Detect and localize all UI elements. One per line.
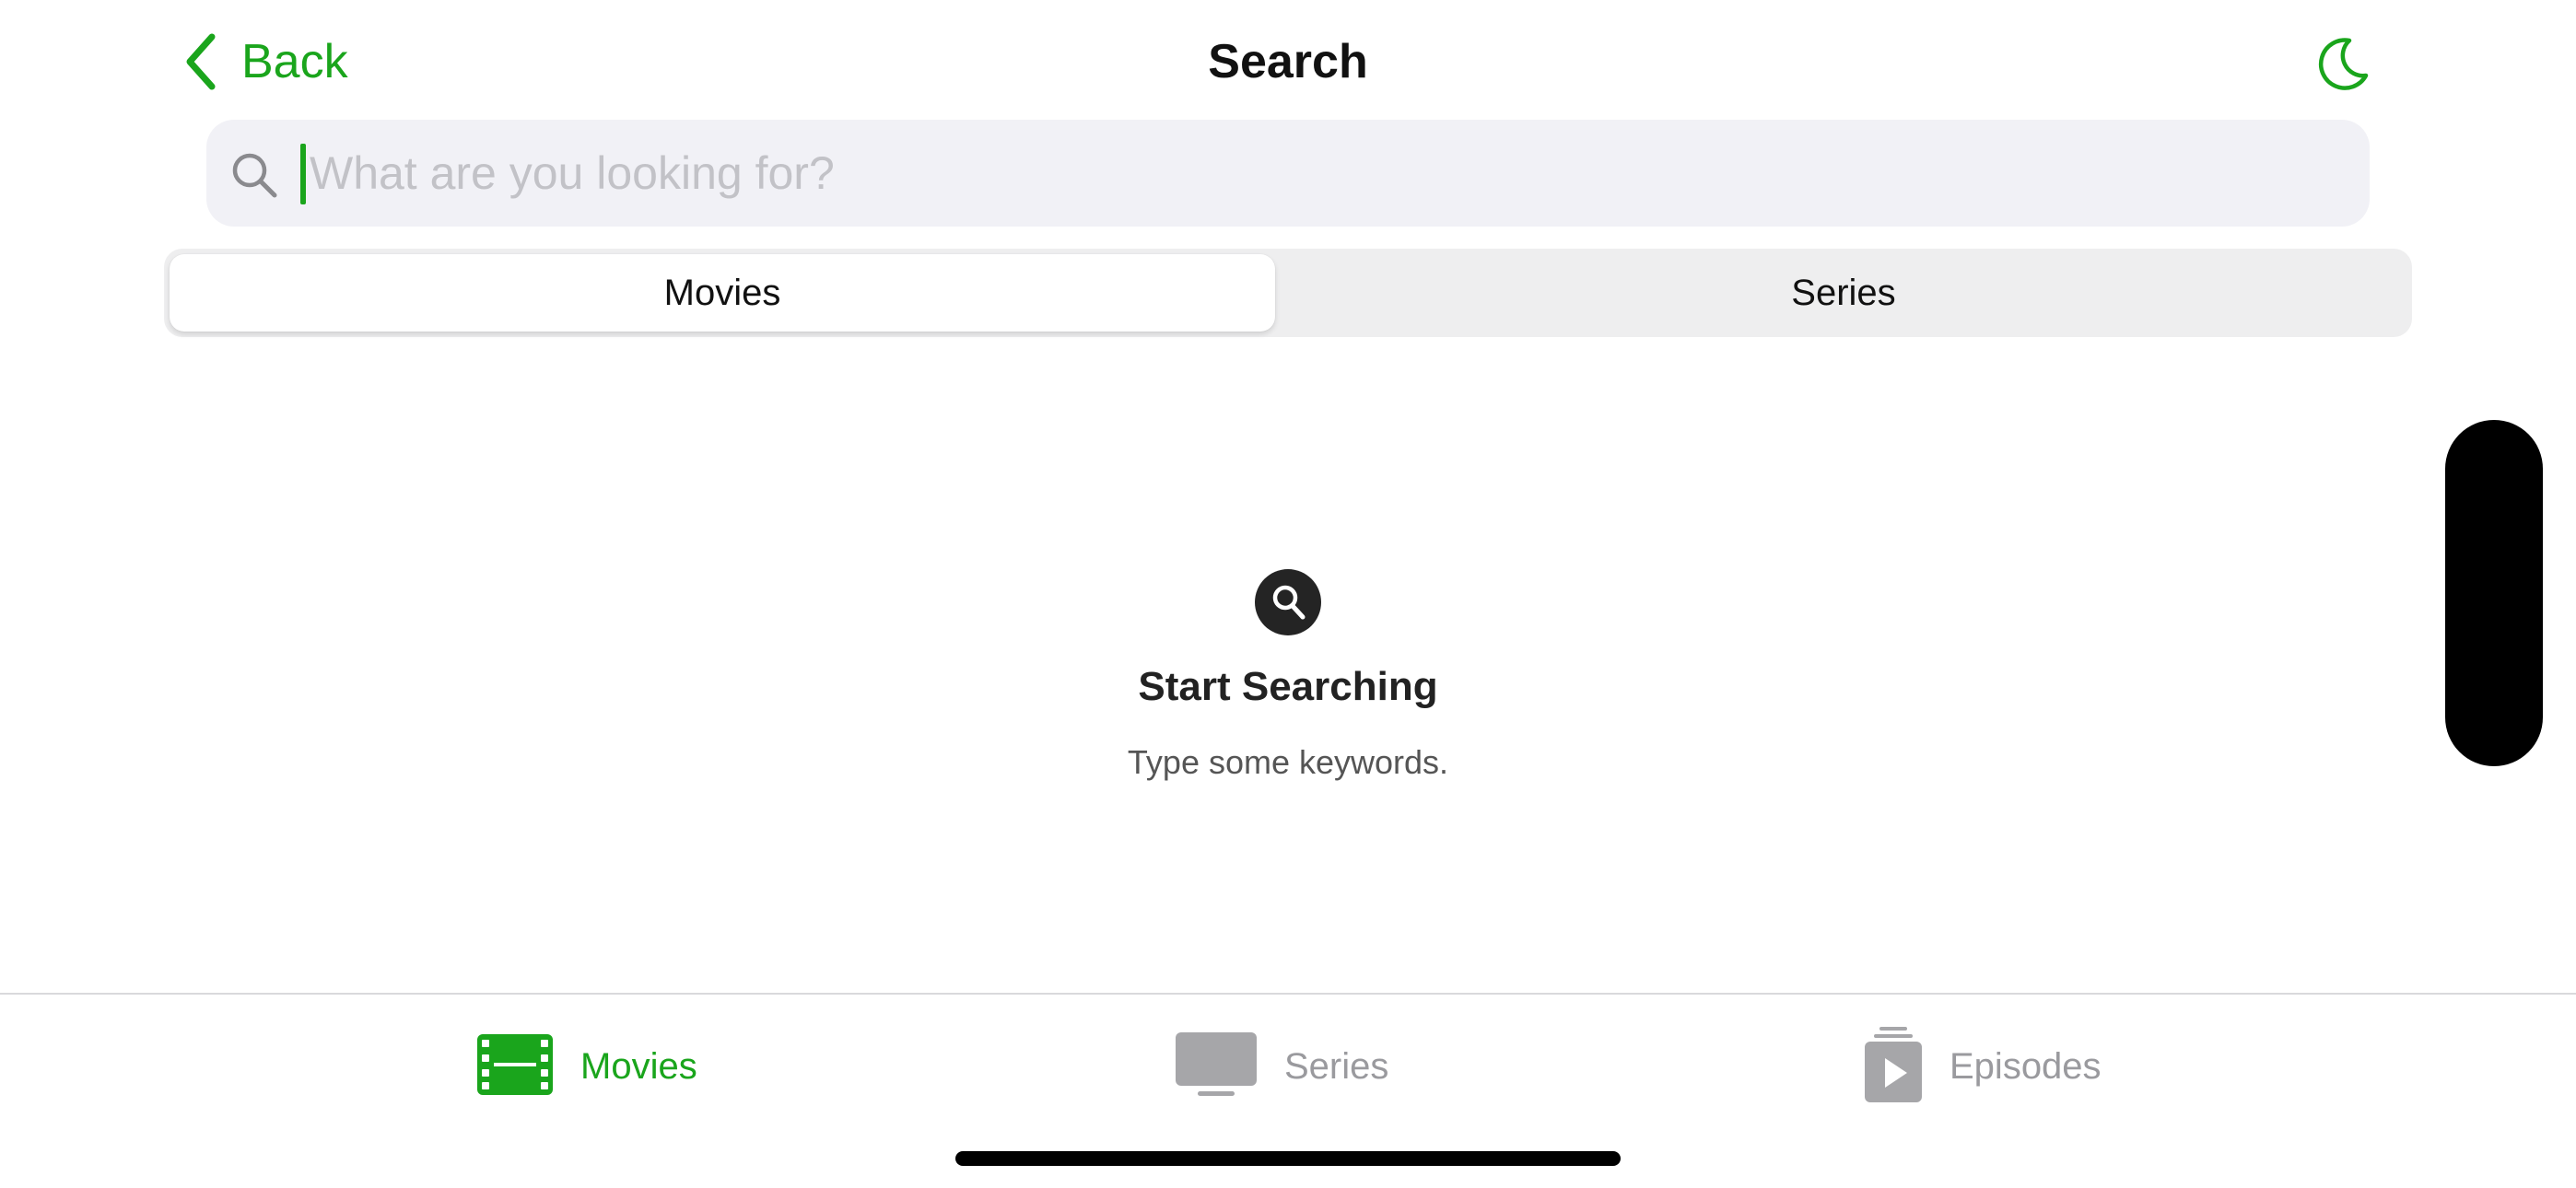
- segment-series[interactable]: Series: [1281, 254, 2406, 332]
- search-screen: Back Search Movies Series: [0, 0, 2576, 1188]
- segment-movies[interactable]: Movies: [170, 254, 1275, 332]
- search-icon: [230, 151, 278, 204]
- home-indicator: [955, 1151, 1621, 1166]
- empty-state-title: Start Searching: [1138, 664, 1438, 709]
- moon-icon: [2309, 38, 2375, 101]
- tab-episodes[interactable]: Episodes: [1865, 1026, 2102, 1107]
- search-field[interactable]: [206, 120, 2370, 227]
- page-title: Search: [1208, 35, 1368, 88]
- tab-label: Movies: [580, 1046, 697, 1087]
- empty-state-search-icon: [1255, 569, 1321, 635]
- tab-label: Episodes: [1950, 1046, 2102, 1087]
- episodes-stack-icon: [1865, 1026, 1922, 1107]
- segmented-control: Movies Series: [164, 249, 2412, 337]
- search-input[interactable]: [306, 120, 2336, 227]
- tab-series[interactable]: Series: [1176, 1028, 1388, 1105]
- tv-icon: [1176, 1031, 1257, 1101]
- film-icon: [477, 1033, 553, 1100]
- tab-label: Series: [1284, 1046, 1389, 1087]
- segment-label: Movies: [663, 272, 781, 313]
- theme-toggle-button[interactable]: [2309, 31, 2375, 98]
- empty-state-subtitle: Type some keywords.: [1127, 743, 1449, 781]
- tab-movies[interactable]: Movies: [477, 1028, 697, 1105]
- segment-label: Series: [1791, 272, 1896, 313]
